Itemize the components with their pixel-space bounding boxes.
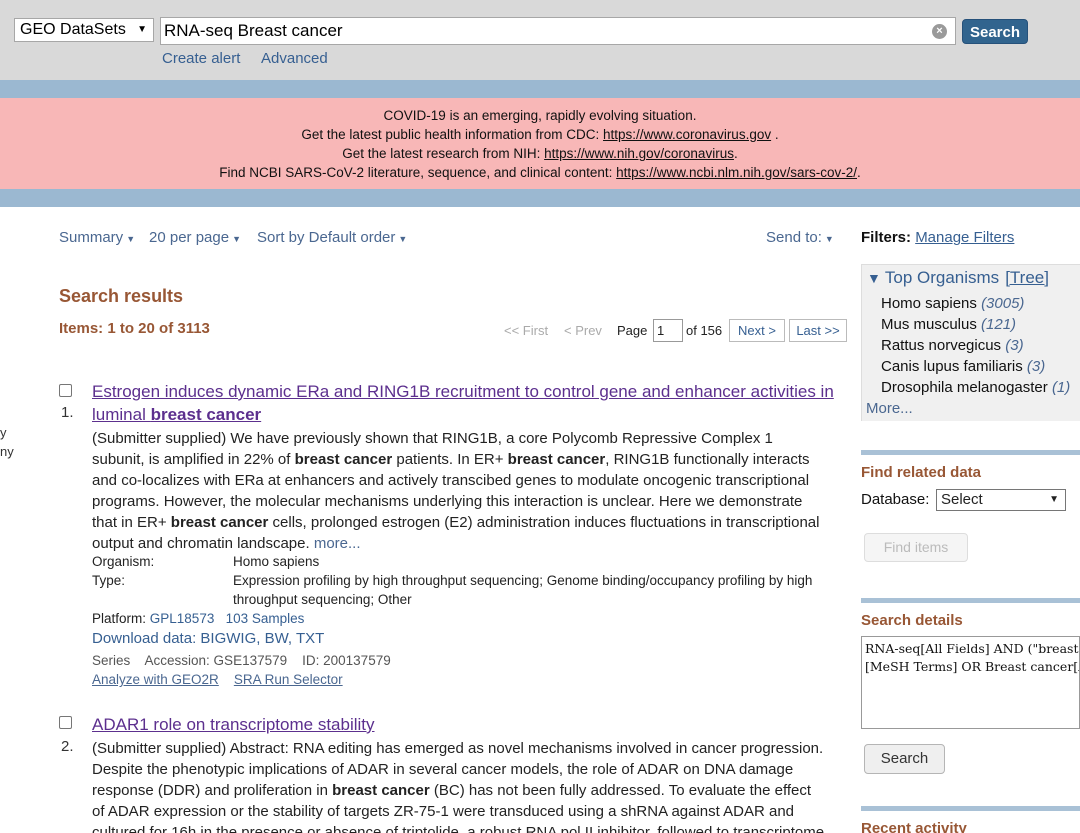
organism-filter[interactable]: Canis lupus familiaris (3) [881, 358, 1045, 375]
divider-bar [0, 80, 1080, 98]
prev-page-link[interactable]: < Prev [564, 323, 602, 338]
tree-link[interactable]: [Tree] [1005, 268, 1049, 287]
banner-line: Get the latest research from NIH: https:… [342, 146, 738, 161]
database-label: Database: [861, 491, 930, 508]
caret-down-icon: ▼ [398, 234, 408, 244]
edge-text: ny [0, 444, 14, 459]
find-items-button[interactable]: Find items [864, 533, 968, 562]
first-page-link[interactable]: << First [504, 323, 548, 338]
result-checkbox[interactable] [59, 716, 72, 729]
covid-banner: COVID-19 is an emerging, rapidly evolvin… [0, 98, 1080, 189]
advanced-search-link[interactable]: Advanced [261, 50, 328, 67]
result-title-link[interactable]: ADAR1 role on transcriptome stability [92, 713, 847, 736]
dropdown-arrow-icon: ▼ [137, 24, 147, 35]
sidebar-divider [861, 450, 1080, 455]
platform-row: Platform: GPL18573 103 Samples [92, 611, 305, 626]
send-to-menu[interactable]: Send to: ▼ [766, 229, 834, 246]
result-number: 1. [61, 404, 74, 421]
series-row: Series Accession: GSE137579 ID: 20013757… [92, 653, 391, 668]
last-page-button[interactable]: Last >> [789, 319, 847, 342]
banner-line: COVID-19 is an emerging, rapidly evolvin… [383, 108, 697, 123]
tools-row: Analyze with GEO2R SRA Run Selector [92, 670, 343, 689]
page-number-input[interactable]: 1 [653, 319, 683, 342]
database-select-value: GEO DataSets [20, 21, 126, 38]
sra-run-selector-link[interactable]: SRA Run Selector [234, 672, 343, 687]
type-label: Type: [92, 573, 126, 588]
samples-link[interactable]: 103 Samples [226, 611, 305, 626]
sidebar-divider [861, 806, 1080, 811]
organism-filter[interactable]: Homo sapiens (3005) [881, 295, 1024, 312]
geo2r-link[interactable]: Analyze with GEO2R [92, 672, 219, 687]
clear-icon[interactable]: × [932, 24, 947, 39]
download-row: Download data: BIGWIG, BW, TXT [92, 630, 325, 647]
database-dropdown[interactable]: Select ▼ [936, 489, 1066, 511]
create-alert-link[interactable]: Create alert [162, 50, 240, 67]
organism-label: Organism: [92, 554, 155, 569]
result-title-link[interactable]: Estrogen induces dynamic ERa and RING1B … [92, 380, 847, 426]
organism-filter[interactable]: Rattus norvegicus (3) [881, 337, 1024, 354]
divider-bar [0, 189, 1080, 207]
triangle-down-icon: ▼ [867, 270, 881, 286]
search-button[interactable]: Search [962, 19, 1028, 44]
edge-text: y [0, 425, 7, 440]
next-page-button[interactable]: Next > [729, 319, 785, 342]
recent-activity-heading: Recent activity [861, 820, 967, 833]
cdc-link[interactable]: https://www.coronavirus.gov [603, 127, 771, 142]
filters-header: Filters: Manage Filters [861, 229, 1015, 246]
manage-filters-link[interactable]: Manage Filters [915, 229, 1014, 246]
organism-filter[interactable]: Drosophila melanogaster (1) [881, 379, 1070, 396]
page-total: of 156 [686, 323, 723, 338]
top-organisms-box: ▼ Top Organisms [Tree] Homo sapiens (3005)… [861, 264, 1080, 421]
search-details-textarea[interactable]: RNA-seq[All Fields] AND ("breast neoplas… [861, 636, 1080, 729]
banner-line: Find NCBI SARS-CoV-2 literature, sequenc… [219, 165, 861, 180]
caret-down-icon: ▼ [126, 234, 136, 244]
organism-value: Homo sapiens [233, 554, 320, 569]
top-organisms-header[interactable]: ▼ Top Organisms [Tree] [867, 268, 1049, 288]
more-organisms-link[interactable]: More... [866, 400, 913, 417]
caret-down-icon: ▼ [824, 234, 834, 244]
search-details-button[interactable]: Search [864, 744, 945, 774]
sidebar-divider [861, 598, 1080, 603]
result-number: 2. [61, 738, 74, 755]
result-description: (Submitter supplied) Abstract: RNA editi… [92, 740, 825, 833]
ncbi-sars-link[interactable]: https://www.ncbi.nlm.nih.gov/sars-cov-2/ [616, 165, 857, 180]
items-count: Items: 1 to 20 of 3113 [59, 320, 210, 337]
search-input[interactable]: RNA-seq Breast cancer × [160, 17, 956, 45]
more-link[interactable]: more... [314, 535, 361, 552]
sort-menu[interactable]: Sort by Default order ▼ [257, 229, 407, 246]
database-select[interactable]: GEO DataSets ▼ [14, 18, 154, 42]
search-query: RNA-seq Breast cancer [164, 21, 343, 40]
caret-down-icon: ▼ [232, 234, 241, 244]
organism-filter[interactable]: Mus musculus (121) [881, 316, 1016, 333]
nih-link[interactable]: https://www.nih.gov/coronavirus [544, 146, 734, 161]
find-related-heading: Find related data [861, 464, 982, 481]
download-link[interactable]: BIGWIG, BW, TXT [200, 630, 324, 647]
page-label: Page [617, 323, 648, 338]
result-description: (Submitter supplied) We have previously … [92, 430, 820, 552]
dropdown-arrow-icon: ▼ [1049, 494, 1059, 505]
results-heading: Search results [59, 286, 184, 306]
search-details-heading: Search details [861, 612, 963, 629]
per-page-menu[interactable]: 20 per page ▼ [149, 229, 241, 246]
banner-line: Get the latest public health information… [301, 127, 779, 142]
search-bar: GEO DataSets ▼ RNA-seq Breast cancer × S… [0, 0, 1080, 80]
platform-link[interactable]: GPL18573 [150, 611, 215, 626]
format-menu[interactable]: Summary ▼ [59, 229, 135, 246]
result-checkbox[interactable] [59, 384, 72, 397]
type-value: Expression profiling by high throughput … [233, 573, 813, 607]
